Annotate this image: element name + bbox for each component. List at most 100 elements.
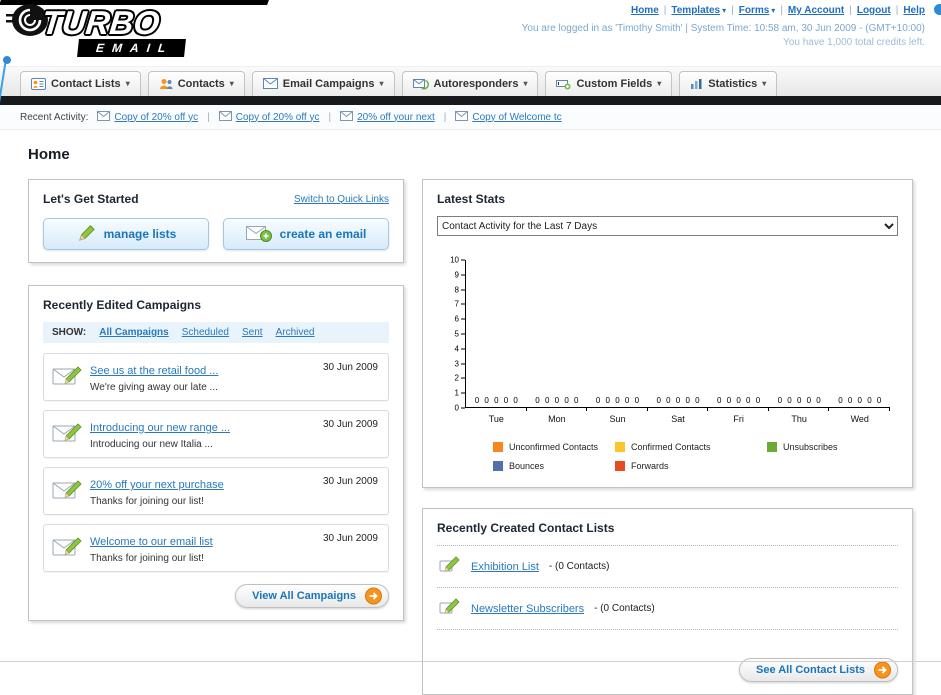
header-nav-link[interactable]: Help bbox=[903, 5, 925, 16]
contact-list-count: - (0 Contacts) bbox=[594, 603, 655, 614]
main-nav-tabs: Contact Lists ▾ Contacts ▾ Email Campaig… bbox=[0, 66, 941, 96]
chart-bar-group: 0 0 0 0 0 bbox=[587, 260, 648, 411]
get-started-panel: Let's Get Started Switch to Quick Links … bbox=[28, 179, 404, 263]
bar-value-labels: 0 0 0 0 0 bbox=[777, 396, 821, 405]
header-nav-link[interactable]: Templates bbox=[671, 5, 720, 16]
page-title: Home bbox=[28, 146, 70, 163]
activity-separator: | bbox=[207, 111, 210, 123]
recent-activity-link[interactable]: Copy of 20% off yc bbox=[114, 112, 198, 123]
envelope-icon bbox=[218, 110, 232, 124]
main-content: Home Let's Get Started Switch to Quick L… bbox=[0, 130, 941, 695]
chart-legend: Unconfirmed Contacts Confirmed Contacts … bbox=[493, 442, 890, 471]
y-axis-tick-label: 10 bbox=[450, 256, 465, 265]
tab-label: Email Campaigns bbox=[282, 77, 375, 90]
chevron-down-icon: ▾ bbox=[379, 79, 384, 88]
header-nav-links: Home | Templates ▾ | Forms ▾ | My Account | Logout… bbox=[522, 5, 925, 16]
header-nav-item: Forms ▾ | bbox=[739, 5, 788, 16]
view-all-campaigns-label: View All Campaigns bbox=[252, 590, 356, 602]
nav-tab[interactable]: Email Campaigns ▾ bbox=[251, 71, 395, 96]
campaign-title-link[interactable]: Welcome to our email list bbox=[90, 536, 213, 548]
contact-list-link[interactable]: Newsletter Subscribers bbox=[471, 603, 584, 615]
envelope-icon bbox=[97, 110, 111, 124]
nav-tab[interactable]: Custom Fields ▾ bbox=[545, 71, 673, 96]
envelope-pencil-icon bbox=[52, 534, 82, 564]
header-nav-link[interactable]: My Account bbox=[788, 5, 844, 16]
app-logo: TURBO EMAIL bbox=[6, 2, 187, 57]
legend-item: Bounces bbox=[493, 461, 615, 471]
legend-color-box bbox=[767, 442, 777, 452]
bar-value-labels: 0 0 0 0 0 bbox=[474, 396, 518, 405]
campaign-list-item[interactable]: Welcome to our email list Thanks for joi… bbox=[43, 524, 389, 572]
tab-label: Contacts bbox=[177, 77, 225, 90]
contact-list-count: - (0 Contacts) bbox=[548, 561, 610, 572]
x-axis-label: Tue bbox=[488, 414, 504, 424]
x-axis-label: Mon bbox=[548, 414, 566, 424]
campaign-subtitle: Thanks for joining our list! bbox=[90, 496, 204, 507]
email-campaigns-icon bbox=[262, 78, 278, 89]
campaign-filter-tab[interactable]: Sent bbox=[242, 327, 263, 338]
recent-activity-link[interactable]: 20% off your next bbox=[357, 112, 435, 123]
pencil-icon bbox=[76, 224, 96, 245]
header-nav-link[interactable]: Logout bbox=[857, 5, 891, 16]
campaign-list-item[interactable]: 20% off your next purchase Thanks for jo… bbox=[43, 467, 389, 515]
credits-info: You have 1,000 total credits left. bbox=[783, 37, 925, 48]
manage-lists-button[interactable]: manage lists bbox=[43, 218, 209, 250]
edge-blue-dot bbox=[934, 4, 941, 15]
recent-campaigns-panel: Recently Edited Campaigns SHOW: All Camp… bbox=[28, 285, 404, 621]
campaign-list-item[interactable]: Introducing our new range ... Introducin… bbox=[43, 410, 389, 458]
view-all-campaigns-button[interactable]: View All Campaigns bbox=[235, 584, 389, 608]
contact-lists-panel: Recently Created Contact Lists Exhibitio… bbox=[422, 508, 913, 695]
activity-separator: | bbox=[443, 111, 447, 123]
show-label: SHOW: bbox=[52, 327, 87, 338]
x-axis-label: Wed bbox=[850, 414, 869, 424]
campaign-filters: All Campaigns Scheduled Sent Archived bbox=[99, 327, 314, 338]
autoresponders-icon bbox=[412, 78, 429, 90]
campaign-title-link[interactable]: 20% off your next purchase bbox=[90, 479, 224, 491]
get-started-title: Let's Get Started bbox=[43, 192, 139, 206]
envelope-pencil-icon bbox=[52, 420, 82, 450]
bar-value-labels: 0 0 0 0 0 bbox=[535, 396, 579, 405]
contact-list-items: Exhibition List - (0 Contacts) Newslette… bbox=[437, 545, 898, 630]
tab-label: Custom Fields bbox=[576, 77, 653, 90]
recent-activity-item: Copy of 20% off yc | bbox=[97, 110, 210, 124]
chart-bar-group: 0 0 0 0 0 bbox=[466, 260, 527, 411]
switch-quick-links[interactable]: Switch to Quick Links bbox=[294, 194, 389, 205]
header-nav-link[interactable]: Forms bbox=[739, 5, 770, 16]
header-nav-link[interactable]: Home bbox=[631, 5, 659, 16]
logo-title: TURBO bbox=[40, 4, 162, 41]
campaign-filter-tab[interactable]: All Campaigns bbox=[99, 327, 168, 338]
nav-tab[interactable]: Contacts ▾ bbox=[147, 71, 245, 96]
x-axis-label: Fri bbox=[733, 414, 744, 424]
nav-tab[interactable]: Statistics ▾ bbox=[679, 71, 778, 96]
campaign-filter-tab[interactable]: Archived bbox=[276, 327, 315, 338]
legend-item: Unconfirmed Contacts bbox=[493, 442, 615, 452]
campaign-title-link[interactable]: Introducing our new range ... bbox=[90, 422, 230, 434]
dropdown-arrow-icon: ▾ bbox=[722, 6, 727, 15]
stats-filter-select[interactable]: Contact Activity for the Last 7 Days bbox=[437, 216, 898, 236]
nav-tab[interactable]: Autoresponders ▾ bbox=[401, 71, 539, 96]
contact-list-link[interactable]: Exhibition List bbox=[471, 561, 539, 573]
header-nav-item: Logout | bbox=[857, 5, 903, 16]
chart-plot: 0 0 0 0 0 0 0 0 0 0 0 0 0 0 0 0 0 0 0 0 0 0 … bbox=[465, 260, 890, 411]
y-axis-tick-label: 6 bbox=[455, 315, 465, 324]
recent-activity-link[interactable]: Copy of Welcome tc bbox=[472, 112, 561, 123]
campaign-title-link[interactable]: See us at the retail food ... bbox=[90, 365, 218, 377]
chart-bar-group: 0 0 0 0 0 bbox=[769, 260, 830, 411]
orange-arrow-icon bbox=[874, 661, 891, 679]
chevron-down-icon: ▾ bbox=[229, 79, 234, 88]
nav-separator: | bbox=[663, 5, 667, 16]
recent-activity-link[interactable]: Copy of 20% off yc bbox=[236, 112, 320, 123]
legend-item: Forwards bbox=[615, 461, 767, 471]
y-axis-tick-label: 4 bbox=[455, 344, 465, 353]
campaign-filter-tab[interactable]: Scheduled bbox=[182, 327, 229, 338]
create-email-button[interactable]: create an email bbox=[223, 218, 389, 250]
campaign-date: 30 Jun 2009 bbox=[322, 533, 378, 544]
header-nav-item: My Account | bbox=[788, 5, 857, 16]
recent-activity-item: 20% off your next | bbox=[340, 110, 447, 124]
nav-tab[interactable]: Contact Lists ▾ bbox=[20, 71, 141, 96]
legend-color-box bbox=[615, 461, 625, 471]
logo-subtitle: EMAIL bbox=[77, 39, 187, 57]
activity-separator: | bbox=[328, 111, 332, 123]
recent-activity-item: Copy of 20% off yc | bbox=[218, 110, 332, 124]
campaign-list-item[interactable]: See us at the retail food ... We're givi… bbox=[43, 353, 389, 401]
